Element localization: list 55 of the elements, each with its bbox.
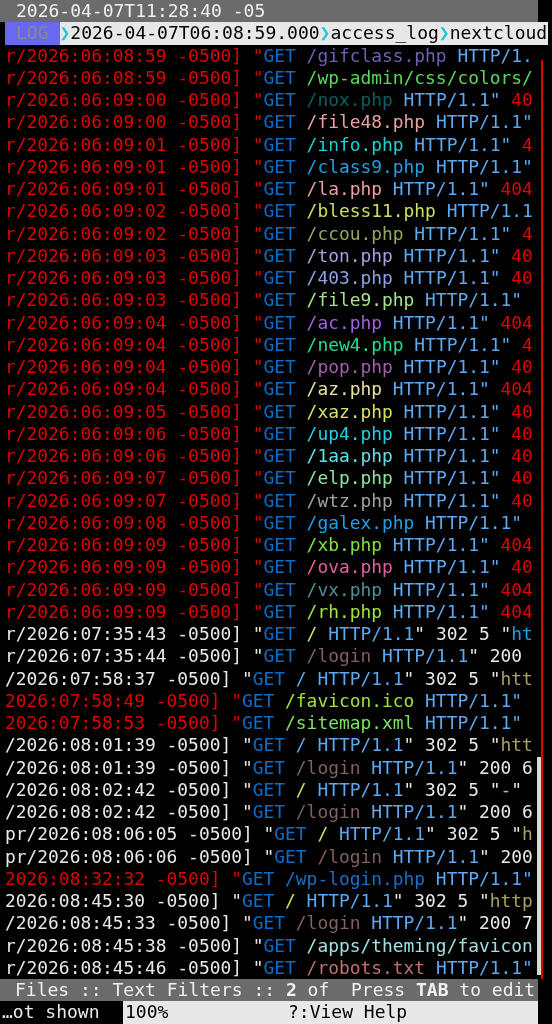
log-line: r/2026:06:09:00 -0500] "GET /nox.php HTTP/1.1" 40 bbox=[5, 89, 534, 112]
log-line: r/2026:06:09:08 -0500] "GET /galex.php HTTP/1.1" bbox=[5, 511, 524, 534]
hidden-note: …ot shown bbox=[1, 1001, 101, 1024]
chevron-icon: ❯ bbox=[438, 22, 450, 45]
clock-bar: 2026-04-07T11:28:40 -05 bbox=[0, 0, 538, 23]
log-line: 2026:07:58:49 -0500] "GET /favicon.ico HTTP/1.1" bbox=[5, 689, 524, 712]
log-line: 2026:07:58:53 -0500] "GET /sitemap.xml HTTP/1.1" bbox=[5, 712, 524, 735]
log-line: /2026:08:01:39 -0500] "GET /login HTTP/1.1" 200 6 bbox=[5, 756, 534, 779]
log-line: r/2026:06:09:03 -0500] "GET /403.php HTTP/1.1" 40 bbox=[5, 267, 534, 290]
log-line: pr/2026:08:06:06 -0500] "GET /login HTTP/1.1" 200 bbox=[5, 845, 534, 868]
chevron-icon: ❯ bbox=[319, 22, 331, 45]
log-line: /2026:08:01:39 -0500] "GET / HTTP/1.1" 302 5 "htt bbox=[5, 734, 534, 757]
log-line: r/2026:06:09:09 -0500] "GET /vx.php HTTP/1.1" 404 bbox=[5, 578, 534, 601]
breadcrumb-item[interactable]: access_log bbox=[330, 22, 439, 45]
log-line: r/2026:08:45:46 -0500] "GET /robots.txt HTTP/1.1" bbox=[5, 956, 534, 979]
scroll-thumb[interactable] bbox=[537, 756, 541, 975]
log-line: r/2026:06:09:06 -0500] "GET /up4.php HTTP/1.1" 40 bbox=[5, 422, 534, 445]
log-line: pr/2026:08:06:05 -0500] "GET / HTTP/1.1" 302 5 "h bbox=[5, 823, 534, 846]
log-line: r/2026:06:09:04 -0500] "GET /pop.php HTTP/1.1" 40 bbox=[5, 356, 534, 379]
log-line: r/2026:06:09:09 -0500] "GET /rh.php HTTP/1.1" 404 bbox=[5, 600, 534, 623]
log-line: /2026:07:58:37 -0500] "GET / HTTP/1.1" 302 5 "htt bbox=[5, 667, 534, 690]
log-line: /2026:08:02:42 -0500] "GET /login HTTP/1.1" 200 6 bbox=[5, 801, 534, 824]
log-line: r/2026:06:08:59 -0500] "GET /wp-admin/css/colors/ bbox=[5, 66, 534, 89]
log-line: r/2026:06:09:04 -0500] "GET /ac.php HTTP/1.1" 404 bbox=[5, 311, 534, 334]
log-line: r/2026:06:09:09 -0500] "GET /ova.php HTTP/1.1" 40 bbox=[5, 556, 534, 579]
percent-label: 100% bbox=[124, 1001, 170, 1024]
log-line: r/2026:07:35:43 -0500] "GET / HTTP/1.1" 302 5 "ht bbox=[5, 623, 534, 646]
log-badge: LOG bbox=[5, 22, 60, 45]
log-line: r/2026:06:09:00 -0500] "GET /file48.php HTTP/1.1" bbox=[5, 111, 534, 134]
log-line: r/2026:08:45:38 -0500] "GET /apps/theming/favicon bbox=[5, 934, 534, 957]
log-line: r/2026:06:09:01 -0500] "GET /la.php HTTP/1.1" 404 bbox=[5, 178, 534, 201]
log-line: /2026:08:45:33 -0500] "GET /login HTTP/1.1" 200 7 bbox=[5, 912, 534, 935]
log-line: r/2026:06:09:04 -0500] "GET /new4.php HTTP/1.1" 4 bbox=[5, 333, 534, 356]
help-hint[interactable]: ?:View Help bbox=[288, 1001, 408, 1024]
log-line: /2026:08:02:42 -0500] "GET / HTTP/1.1" 302 5 "-" bbox=[5, 778, 524, 801]
breadcrumb-item[interactable]: 2026-04-07T06:08:59.000 bbox=[70, 22, 320, 45]
log-line: r/2026:06:09:05 -0500] "GET /xaz.php HTTP/1.1" 40 bbox=[5, 400, 534, 423]
log-line: r/2026:06:08:59 -0500] "GET /gifclass.php HTTP/1. bbox=[5, 44, 534, 67]
log-line: 2026:08:32:32 -0500] "GET /wp-login.php HTTP/1.1" bbox=[5, 867, 534, 890]
breadcrumb-item[interactable]: nextcloud bbox=[449, 22, 548, 45]
log-line: r/2026:06:09:01 -0500] "GET /info.php HTTP/1.1" 4 bbox=[5, 133, 534, 156]
log-line: r/2026:07:35:44 -0500] "GET /login HTTP/1.1" 200 bbox=[5, 645, 524, 668]
log-line: r/2026:06:09:07 -0500] "GET /wtz.php HTTP/1.1" 40 bbox=[5, 489, 534, 512]
log-line: r/2026:06:09:07 -0500] "GET /elp.php HTTP/1.1" 40 bbox=[5, 467, 534, 490]
log-line: r/2026:06:09:03 -0500] "GET /file9.php HTTP/1.1" bbox=[5, 289, 524, 312]
log-line: r/2026:06:09:04 -0500] "GET /az.php HTTP/1.1" 404 bbox=[5, 378, 534, 401]
log-line: r/2026:06:09:09 -0500] "GET /xb.php HTTP/1.1" 404 bbox=[5, 534, 534, 557]
chevron-icon: ❯ bbox=[59, 22, 71, 45]
log-line: r/2026:06:09:06 -0500] "GET /1aa.php HTTP/1.1" 40 bbox=[5, 445, 534, 468]
log-line: r/2026:06:09:02 -0500] "GET /ccou.php HTTP/1.1" 4 bbox=[5, 222, 534, 245]
log-line: r/2026:06:09:03 -0500] "GET /ton.php HTTP/1.1" 40 bbox=[5, 244, 534, 267]
status-bar: Files :: Text Filters :: 2 of Press TAB to edit bbox=[0, 979, 538, 1002]
log-line: r/2026:06:09:01 -0500] "GET /class9.php HTTP/1.1" bbox=[5, 155, 534, 178]
log-line: 2026:08:45:30 -0500] "GET / HTTP/1.1" 302 5 "http bbox=[5, 890, 534, 913]
log-line: r/2026:06:09:02 -0500] "GET /bless11.php HTTP/1.1 bbox=[5, 200, 534, 223]
